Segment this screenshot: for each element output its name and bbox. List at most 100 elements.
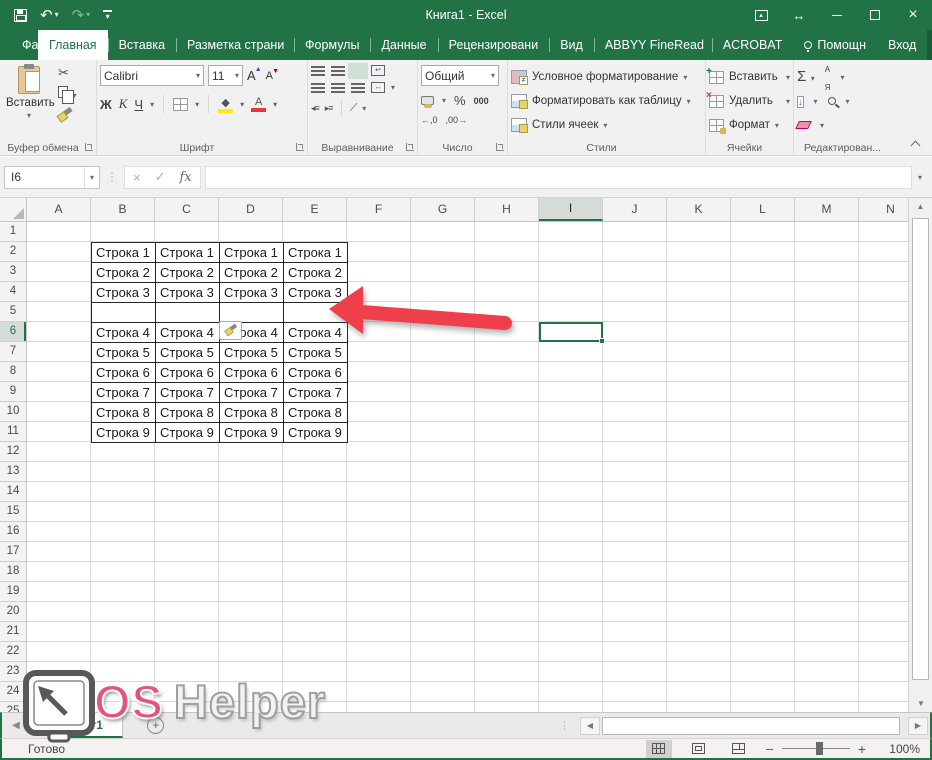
- zoom-out-button[interactable]: −: [766, 741, 774, 757]
- column-header-K[interactable]: K: [667, 198, 731, 221]
- scroll-down-icon[interactable]: ▼: [909, 695, 932, 712]
- prev-sheet-icon[interactable]: ◀: [12, 720, 20, 731]
- zoom-slider[interactable]: [782, 748, 850, 749]
- table-cell-D2[interactable]: Строка 1: [220, 243, 284, 263]
- increase-font-button[interactable]: A▲: [247, 68, 262, 83]
- scroll-right-icon[interactable]: ▶: [908, 717, 928, 735]
- table-cell-D9[interactable]: Строка 7: [220, 383, 284, 403]
- row-header-7[interactable]: 7: [0, 342, 26, 362]
- table-cell-D11[interactable]: Строка 9: [220, 423, 284, 443]
- table-cell-E6[interactable]: Строка 4: [284, 323, 348, 343]
- table-cell-C3[interactable]: Строка 2: [156, 263, 220, 283]
- tab-Главная[interactable]: Главная: [38, 30, 108, 60]
- tab-Разметка страни[interactable]: Разметка страни: [176, 30, 294, 60]
- align-center-icon[interactable]: [331, 83, 345, 93]
- underline-button[interactable]: Ч: [134, 97, 143, 112]
- tab-Рецензировани[interactable]: Рецензировани: [438, 30, 550, 60]
- table-cell-E7[interactable]: Строка 5: [284, 343, 348, 363]
- confirm-entry-icon[interactable]: ✓: [155, 169, 166, 185]
- row-header-25[interactable]: 25: [0, 702, 26, 712]
- tab-Данные[interactable]: Данные: [370, 30, 437, 60]
- row-header-4[interactable]: 4: [0, 282, 26, 302]
- column-header-B[interactable]: B: [91, 198, 155, 221]
- column-header-C[interactable]: C: [155, 198, 219, 221]
- tab-Формулы[interactable]: Формулы: [294, 30, 370, 60]
- table-cell-C6[interactable]: Строка 4: [156, 323, 220, 343]
- row-header-21[interactable]: 21: [0, 622, 26, 642]
- row-header-9[interactable]: 9: [0, 382, 26, 402]
- column-header-E[interactable]: E: [283, 198, 347, 221]
- sign-in-link[interactable]: Вход: [877, 30, 927, 60]
- row-header-14[interactable]: 14: [0, 482, 26, 502]
- row-header-24[interactable]: 24: [0, 682, 26, 702]
- bold-button[interactable]: Ж: [100, 97, 112, 112]
- next-sheet-icon[interactable]: ▶: [30, 720, 38, 731]
- row-header-2[interactable]: 2: [0, 242, 26, 262]
- tab-file[interactable]: Файл: [6, 30, 38, 60]
- row-header-19[interactable]: 19: [0, 582, 26, 602]
- row-header-8[interactable]: 8: [0, 362, 26, 382]
- column-header-J[interactable]: J: [603, 198, 667, 221]
- scroll-up-icon[interactable]: ▲: [909, 198, 932, 215]
- name-box[interactable]: I6 ▾: [4, 166, 100, 189]
- table-cell-B5[interactable]: [92, 303, 156, 323]
- column-header-G[interactable]: G: [411, 198, 475, 221]
- table-cell-E4[interactable]: Строка 3: [284, 283, 348, 303]
- column-header-L[interactable]: L: [731, 198, 795, 221]
- alignment-dialog-launcher-icon[interactable]: [406, 143, 414, 151]
- select-all-corner[interactable]: [0, 198, 27, 222]
- clipboard-dialog-launcher-icon[interactable]: [85, 143, 93, 151]
- table-cell-E9[interactable]: Строка 7: [284, 383, 348, 403]
- table-cell-C2[interactable]: Строка 1: [156, 243, 220, 263]
- increase-indent-icon[interactable]: ▸≡: [325, 103, 333, 114]
- expand-formula-bar-icon[interactable]: ▾: [912, 173, 928, 182]
- row-header-6[interactable]: 6: [0, 322, 26, 342]
- comma-style-button[interactable]: 000: [474, 96, 489, 106]
- table-cell-E10[interactable]: Строка 8: [284, 403, 348, 423]
- row-header-3[interactable]: 3: [0, 262, 26, 282]
- table-cell-C9[interactable]: Строка 7: [156, 383, 220, 403]
- align-left-icon[interactable]: [311, 83, 325, 93]
- find-select-button[interactable]: [828, 92, 836, 110]
- orientation-icon[interactable]: ⟋: [350, 102, 357, 115]
- decrease-indent-icon[interactable]: ◂≡: [311, 103, 319, 114]
- font-color-button[interactable]: А: [251, 96, 266, 112]
- spreadsheet-grid[interactable]: Строка 1Строка 1Строка 1Строка 1Строка 2…: [27, 222, 908, 712]
- minimize-button[interactable]: [818, 0, 856, 30]
- row-header-12[interactable]: 12: [0, 442, 26, 462]
- table-cell-B10[interactable]: Строка 8: [92, 403, 156, 423]
- italic-button[interactable]: К: [119, 96, 128, 112]
- fill-color-button[interactable]: ◆: [218, 96, 233, 113]
- format-cells-button[interactable]: Формат▾: [709, 113, 790, 137]
- formula-input[interactable]: [205, 166, 912, 189]
- column-header-H[interactable]: H: [475, 198, 539, 221]
- table-cell-E3[interactable]: Строка 2: [284, 263, 348, 283]
- selected-cell-I6[interactable]: [539, 322, 603, 342]
- row-header-13[interactable]: 13: [0, 462, 26, 482]
- column-header-N[interactable]: N: [859, 198, 908, 221]
- row-header-16[interactable]: 16: [0, 522, 26, 542]
- row-header-11[interactable]: 11: [0, 422, 26, 442]
- table-cell-B3[interactable]: Строка 2: [92, 263, 156, 283]
- row-header-15[interactable]: 15: [0, 502, 26, 522]
- align-right-icon[interactable]: [351, 83, 365, 93]
- table-cell-D7[interactable]: Строка 5: [220, 343, 284, 363]
- column-header-D[interactable]: D: [219, 198, 283, 221]
- column-header-I[interactable]: I: [539, 198, 603, 221]
- font-size-combo[interactable]: 11▾: [208, 65, 243, 86]
- autosum-button[interactable]: Σ ▾: [797, 68, 815, 86]
- tab-ACROBAT[interactable]: ACROBAT: [712, 30, 794, 60]
- fill-handle[interactable]: [599, 338, 605, 344]
- name-box-caret-icon[interactable]: ▾: [84, 167, 99, 188]
- redo-button[interactable]: ↷▾: [72, 8, 91, 23]
- table-cell-C5[interactable]: [156, 303, 220, 323]
- page-break-view-button[interactable]: [726, 740, 752, 758]
- row-header-17[interactable]: 17: [0, 542, 26, 562]
- table-cell-E11[interactable]: Строка 9: [284, 423, 348, 443]
- align-top-icon[interactable]: [311, 66, 325, 76]
- delete-cells-button[interactable]: Удалить▾: [709, 89, 790, 113]
- horizontal-scroll-thumb[interactable]: [602, 717, 900, 735]
- wrap-text-icon[interactable]: ↩: [371, 65, 385, 76]
- row-header-5[interactable]: 5: [0, 302, 26, 322]
- table-cell-B7[interactable]: Строка 5: [92, 343, 156, 363]
